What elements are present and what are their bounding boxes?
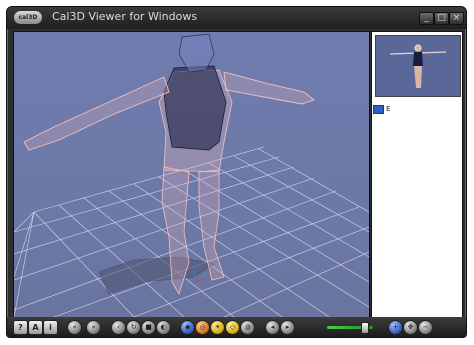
step-back-icon[interactable]: ◂ bbox=[265, 320, 280, 335]
3d-viewport[interactable] bbox=[13, 31, 370, 318]
figure-suit bbox=[163, 65, 227, 151]
app-logo-icon[interactable]: cal3D bbox=[14, 11, 42, 24]
text-button[interactable]: A bbox=[28, 320, 43, 335]
close-button[interactable]: × bbox=[449, 12, 464, 25]
mesh-icon bbox=[373, 104, 384, 114]
skeleton-icon[interactable]: ◎ bbox=[195, 320, 210, 335]
pan-icon[interactable]: ✥ bbox=[403, 320, 418, 335]
floor-grid bbox=[14, 146, 369, 317]
zoom-in-icon[interactable]: + bbox=[388, 320, 403, 335]
tree-item[interactable]: E bbox=[373, 104, 390, 114]
figure-shadow bbox=[98, 256, 215, 295]
minimize-button[interactable]: _ bbox=[419, 12, 434, 25]
lod-icon[interactable]: ◐ bbox=[156, 320, 171, 335]
zoom-out-icon[interactable]: − bbox=[418, 320, 433, 335]
title-bar[interactable]: cal3D Cal3D Viewer for Windows _ □ × bbox=[7, 7, 466, 29]
light-icon[interactable]: ☀ bbox=[210, 320, 225, 335]
stop-icon[interactable]: ■ bbox=[141, 320, 156, 335]
bottom-toolbar: ? A i « » ‹ ↻ ■ ◐ ◉ ◎ ☀ ◇ ◍ ◂ ▸ + ✥ − bbox=[7, 317, 466, 337]
side-panel: E bbox=[371, 31, 463, 318]
rotate-icon[interactable]: ↻ bbox=[126, 320, 141, 335]
maximize-button[interactable]: □ bbox=[434, 12, 449, 25]
speed-slider-handle[interactable] bbox=[360, 322, 369, 334]
window-title: Cal3D Viewer for Windows bbox=[52, 10, 198, 23]
prev-frame-icon[interactable]: ‹ bbox=[111, 320, 126, 335]
step-forward-icon[interactable]: ▸ bbox=[280, 320, 295, 335]
model-thumbnail[interactable] bbox=[375, 35, 461, 97]
bounding-box-icon[interactable]: ◇ bbox=[225, 320, 240, 335]
info-button[interactable]: i bbox=[43, 320, 58, 335]
shadow-icon[interactable]: ◍ bbox=[240, 320, 255, 335]
scene-render bbox=[14, 33, 369, 317]
rewind-icon[interactable]: « bbox=[67, 320, 82, 335]
forward-icon[interactable]: » bbox=[86, 320, 101, 335]
tree-item-label: E bbox=[386, 105, 391, 113]
wireframe-icon[interactable]: ◉ bbox=[180, 320, 195, 335]
thumbnail-figure bbox=[389, 44, 447, 88]
app-window: cal3D Cal3D Viewer for Windows _ □ × E ?… bbox=[6, 6, 467, 338]
help-button[interactable]: ? bbox=[13, 320, 28, 335]
